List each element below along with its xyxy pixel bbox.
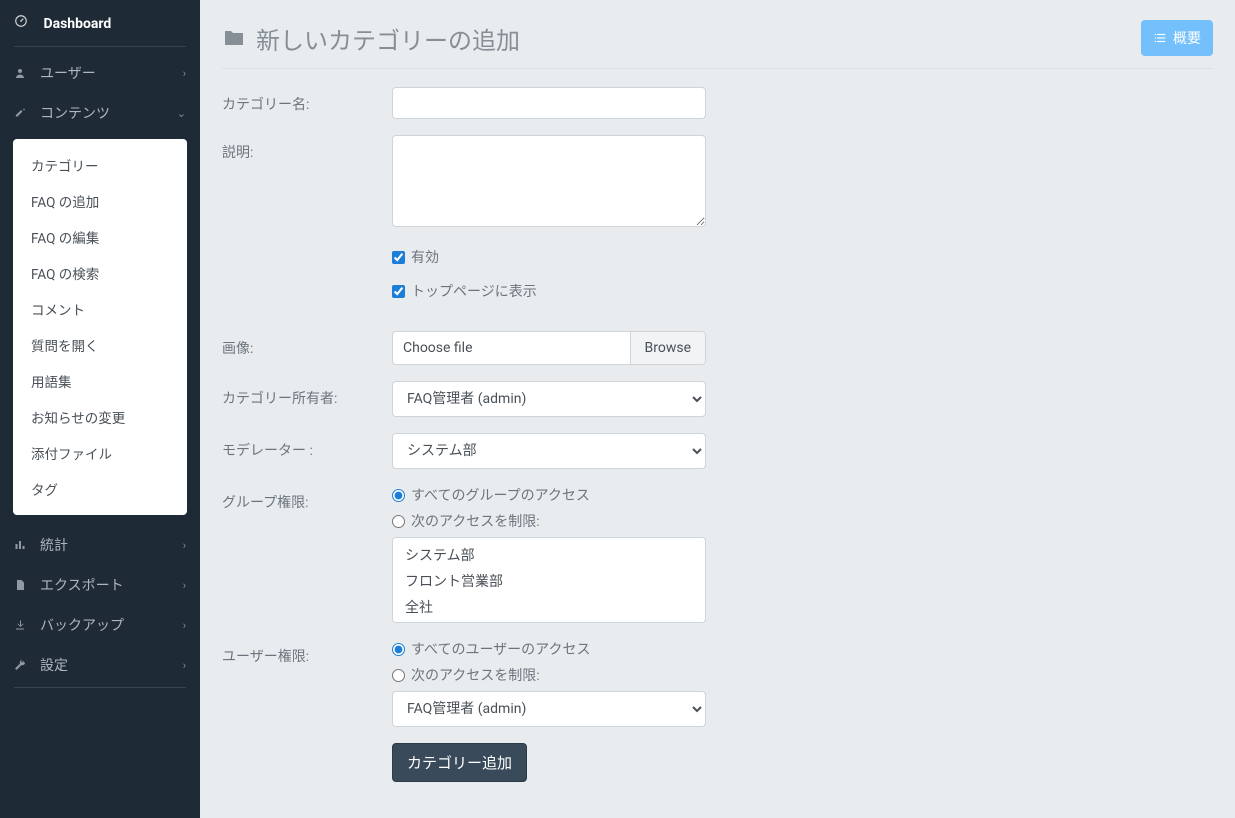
divider: [14, 46, 186, 47]
image-label: 画像:: [222, 331, 392, 358]
overview-button[interactable]: 概要: [1141, 20, 1213, 56]
submenu-category[interactable]: カテゴリー: [13, 147, 187, 183]
submenu-glossary[interactable]: 用語集: [13, 363, 187, 399]
group-restrict-radio[interactable]: [392, 515, 405, 528]
category-name-label: カテゴリー名:: [222, 87, 392, 114]
chevron-right-icon: ›: [183, 659, 186, 672]
overview-button-label: 概要: [1173, 28, 1201, 48]
sidebar-item-label: コンテンツ: [40, 103, 110, 123]
group-perm-label: グループ権限:: [222, 485, 392, 512]
group-restrict-label: 次のアクセスを制限:: [411, 511, 540, 531]
chevron-right-icon: ›: [183, 619, 186, 632]
group-all-label: すべてのグループのアクセス: [411, 485, 590, 505]
enabled-label: 有効: [411, 247, 439, 267]
divider: [14, 687, 186, 688]
sidebar-dashboard[interactable]: Dashboard: [0, 0, 200, 44]
dashboard-icon: [14, 14, 32, 28]
user-perm-label: ユーザー権限:: [222, 639, 392, 666]
moderator-label: モデレーター :: [222, 433, 392, 460]
chevron-right-icon: ›: [183, 67, 186, 80]
submenu-faq-add[interactable]: FAQ の追加: [13, 183, 187, 219]
sidebar-item-contents[interactable]: コンテンツ ⌄: [0, 93, 200, 133]
group-option[interactable]: システム部: [393, 542, 705, 568]
file-browse-label: Browse: [630, 332, 705, 364]
submenu-news[interactable]: お知らせの変更: [13, 399, 187, 435]
sidebar-item-users[interactable]: ユーザー ›: [0, 53, 200, 93]
owner-select[interactable]: FAQ管理者 (admin): [392, 381, 706, 417]
file-input[interactable]: Choose file Browse: [392, 331, 706, 365]
submenu-open-questions[interactable]: 質問を開く: [13, 327, 187, 363]
user-select[interactable]: FAQ管理者 (admin): [392, 691, 706, 727]
sidebar-item-stats[interactable]: 統計 ›: [0, 525, 200, 565]
group-option[interactable]: 全社: [393, 594, 705, 620]
wrench-icon: [14, 659, 32, 671]
chevron-down-icon: ⌄: [177, 107, 186, 120]
sidebar-item-settings[interactable]: 設定 ›: [0, 645, 200, 685]
user-restrict-radio[interactable]: [392, 669, 405, 682]
submenu-attachments[interactable]: 添付ファイル: [13, 435, 187, 471]
folder-icon: [222, 26, 246, 50]
sidebar-item-export[interactable]: エクスポート ›: [0, 565, 200, 605]
sidebar-item-backup[interactable]: バックアップ ›: [0, 605, 200, 645]
show-top-label: トップページに表示: [411, 281, 537, 301]
group-option[interactable]: フロント営業部: [393, 568, 705, 594]
owner-label: カテゴリー所有者:: [222, 381, 392, 408]
submenu-faq-edit[interactable]: FAQ の編集: [13, 219, 187, 255]
stats-icon: [14, 539, 32, 551]
file-icon: [14, 579, 32, 591]
main-content: 新しいカテゴリーの追加 概要 カテゴリー名: 説明:: [200, 0, 1235, 818]
sidebar-item-label: 統計: [40, 535, 68, 555]
group-multiselect[interactable]: システム部 フロント営業部 全社: [392, 537, 706, 623]
show-top-checkbox[interactable]: [392, 285, 405, 298]
user-icon: [14, 67, 32, 79]
user-all-label: すべてのユーザーのアクセス: [411, 639, 590, 659]
submenu-comments[interactable]: コメント: [13, 291, 187, 327]
sidebar-item-label: バックアップ: [40, 615, 124, 635]
page-title-text: 新しいカテゴリーの追加: [256, 21, 520, 56]
category-form: カテゴリー名: 説明: 有効 トップページに表示: [222, 87, 1213, 782]
sidebar: Dashboard ユーザー › コンテンツ ⌄ カテゴリー FAQ の追加 F…: [0, 0, 200, 818]
moderator-select[interactable]: システム部: [392, 433, 706, 469]
page-header: 新しいカテゴリーの追加 概要: [222, 20, 1213, 69]
enabled-checkbox[interactable]: [392, 251, 405, 264]
submit-button[interactable]: カテゴリー追加: [392, 743, 527, 782]
sidebar-dashboard-label: Dashboard: [43, 16, 111, 32]
user-all-radio[interactable]: [392, 643, 405, 656]
user-restrict-label: 次のアクセスを制限:: [411, 665, 540, 685]
description-label: 説明:: [222, 135, 392, 162]
file-placeholder: Choose file: [393, 332, 630, 364]
edit-icon: [14, 107, 32, 119]
description-textarea[interactable]: [392, 135, 706, 227]
sidebar-item-label: 設定: [40, 655, 68, 675]
category-name-input[interactable]: [392, 87, 706, 119]
group-all-radio[interactable]: [392, 489, 405, 502]
sidebar-item-label: ユーザー: [40, 63, 96, 83]
chevron-right-icon: ›: [183, 579, 186, 592]
page-title: 新しいカテゴリーの追加: [222, 21, 520, 56]
list-icon: [1153, 31, 1167, 45]
submenu-tags[interactable]: タグ: [13, 471, 187, 507]
download-icon: [14, 619, 32, 631]
submenu-faq-search[interactable]: FAQ の検索: [13, 255, 187, 291]
chevron-right-icon: ›: [183, 539, 186, 552]
sidebar-item-label: エクスポート: [40, 575, 124, 595]
sidebar-submenu: カテゴリー FAQ の追加 FAQ の編集 FAQ の検索 コメント 質問を開く…: [13, 139, 187, 515]
